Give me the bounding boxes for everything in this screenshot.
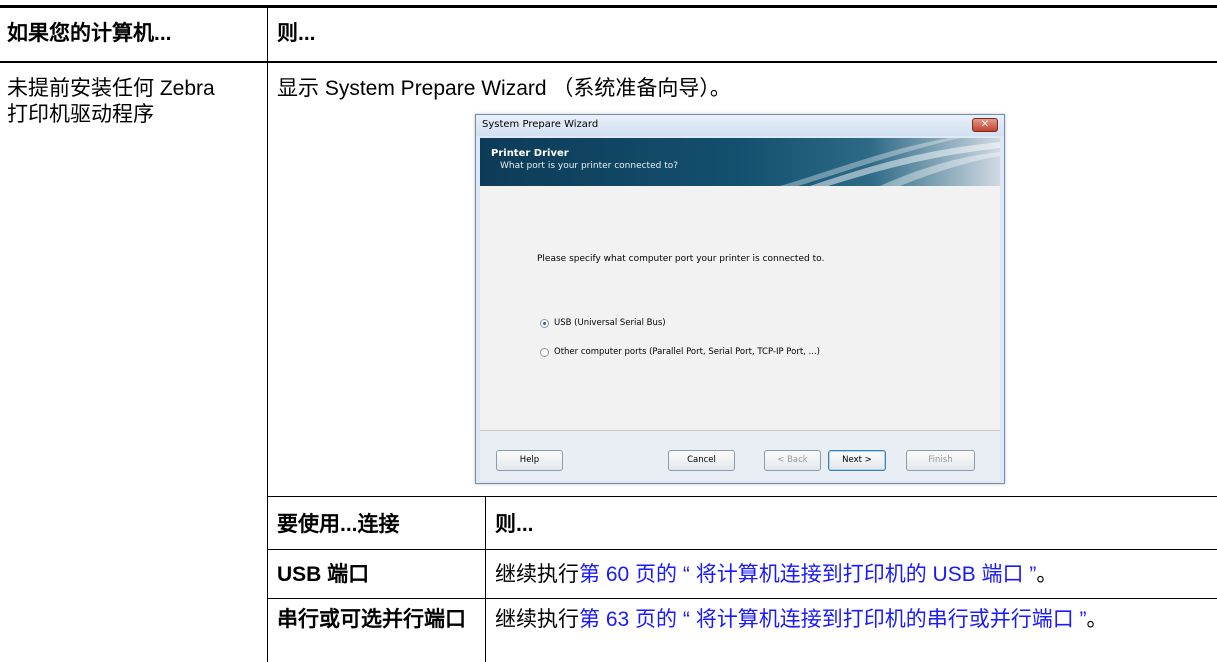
option-usb[interactable]: USB (Universal Serial Bus): [540, 318, 666, 328]
next-button[interactable]: Next >: [828, 450, 886, 471]
serial-connection-link[interactable]: 第 63 页的 “ 将计算机连接到打印机的串行或并行端口 ”: [579, 608, 1087, 631]
help-button[interactable]: Help: [496, 450, 563, 471]
usb-instruction-suffix: 。: [1036, 563, 1058, 586]
row-serial-parallel-port: 串行或可选并行端口: [277, 608, 466, 631]
condition-no-driver: 未提前安装任何 Zebra 打印机驱动程序: [7, 77, 215, 126]
row-usb-port: USB 端口: [277, 563, 370, 586]
header-computer: 如果您的计算机...: [7, 22, 172, 45]
option-other-ports[interactable]: Other computer ports (Parallel Port, Ser…: [540, 347, 820, 357]
row-usb-instruction: 继续执行第 60 页的 “ 将计算机连接到打印机的 USB 端口 ”。: [495, 562, 1217, 587]
option-other-ports-label: Other computer ports (Parallel Port, Ser…: [554, 347, 820, 357]
wizard-shown-text: 显示 System Prepare Wizard （系统准备向导）。: [277, 77, 731, 100]
radio-unselected-icon[interactable]: [540, 347, 549, 357]
header-bottom-rule: [0, 61, 1217, 63]
subtable-top-rule: [268, 496, 1217, 497]
option-usb-label: USB (Universal Serial Bus): [554, 318, 666, 328]
subheader-then: 则...: [495, 513, 534, 536]
wizard-banner: Printer Driver What port is your printer…: [480, 138, 1000, 186]
serial-instruction-suffix: 。: [1086, 608, 1108, 631]
back-button[interactable]: < Back: [764, 450, 821, 471]
column-divider: [267, 6, 268, 662]
system-prepare-wizard-window: System Prepare Wizard ✕ Printer Driver W…: [475, 114, 1005, 484]
table-top-rule: [0, 5, 1217, 8]
subtable-column-divider: [485, 497, 486, 662]
wizard-title: System Prepare Wizard: [482, 119, 599, 130]
header-then: 则...: [277, 22, 316, 45]
wizard-button-bar: Help Cancel < Back Next > Finish: [480, 431, 1000, 481]
wizard-titlebar: System Prepare Wizard ✕: [476, 115, 1004, 136]
finish-button[interactable]: Finish: [906, 450, 975, 471]
subtable-header-rule: [268, 549, 1217, 550]
port-prompt: Please specify what computer port your p…: [537, 254, 825, 264]
close-icon[interactable]: ✕: [972, 118, 998, 132]
banner-title: Printer Driver: [491, 148, 569, 159]
usb-instruction-prefix: 继续执行: [495, 563, 579, 586]
serial-instruction-prefix: 继续执行: [495, 608, 579, 631]
radio-selected-icon[interactable]: [540, 318, 549, 328]
banner-subtitle: What port is your printer connected to?: [500, 161, 679, 171]
subtable-row-rule: [268, 598, 1217, 599]
cancel-button[interactable]: Cancel: [668, 450, 735, 471]
subheader-connect-using: 要使用...连接: [277, 513, 400, 536]
usb-connection-link[interactable]: 第 60 页的 “ 将计算机连接到打印机的 USB 端口 ”: [579, 563, 1036, 586]
wizard-body: [480, 186, 1000, 431]
row-serial-instruction: 继续执行第 63 页的 “ 将计算机连接到打印机的串行或并行端口 ”。: [495, 607, 1195, 633]
